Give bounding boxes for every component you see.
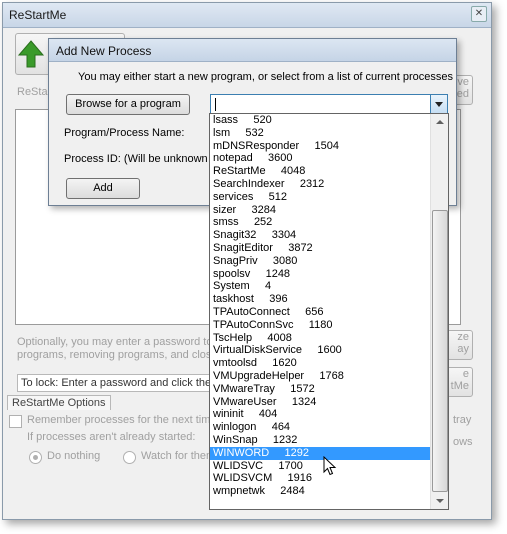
do-nothing-radio[interactable] bbox=[29, 451, 42, 464]
process-dropdown-list: lsass 520 lsm 532 mDNSResponder 1504 notepa… bbox=[209, 113, 449, 510]
dropdown-arrow-icon[interactable] bbox=[430, 95, 447, 114]
process-list-item[interactable]: services 512 bbox=[210, 191, 430, 204]
process-list-item[interactable]: WINWORD 1292 bbox=[210, 446, 430, 460]
mouse-cursor-icon bbox=[323, 456, 337, 476]
process-list-item[interactable]: SearchIndexer 2312 bbox=[210, 178, 430, 191]
watch-radio[interactable] bbox=[123, 451, 136, 464]
process-list-item[interactable]: wmpnetwk 2484 bbox=[210, 485, 430, 498]
green-up-arrow-icon bbox=[17, 40, 45, 68]
dialog-titlebar: Add New Process bbox=[49, 39, 456, 62]
options-tab[interactable]: ReStartMe Options bbox=[7, 395, 111, 410]
process-list-item[interactable]: TPAutoConnect 656 bbox=[210, 306, 430, 319]
process-combobox[interactable] bbox=[210, 94, 448, 115]
process-list-item[interactable]: TscHelp 4008 bbox=[210, 332, 430, 345]
password-hint-line1: Optionally, you may enter a password to … bbox=[17, 336, 222, 348]
process-list-item[interactable]: WinSnap 1232 bbox=[210, 434, 430, 447]
watch-label: Watch for them bbox=[141, 450, 216, 462]
window-titlebar: ReStartMe ✕ bbox=[3, 3, 491, 28]
add-button[interactable]: Add bbox=[66, 178, 140, 199]
process-list-item[interactable]: Snagit32 3304 bbox=[210, 229, 430, 242]
do-nothing-label: Do nothing bbox=[47, 450, 101, 462]
scroll-thumb[interactable] bbox=[432, 210, 448, 492]
process-list-item[interactable]: mDNSResponder 1504 bbox=[210, 140, 430, 153]
process-list-item[interactable]: SnagitEditor 3872 bbox=[210, 242, 430, 255]
dialog-title: Add New Process bbox=[56, 44, 152, 58]
process-list-item[interactable]: taskhost 396 bbox=[210, 293, 430, 306]
process-list-item[interactable]: notepad 3600 bbox=[210, 152, 430, 165]
process-list-item[interactable]: VMwareUser 1324 bbox=[210, 396, 430, 409]
process-list-item[interactable]: ReStartMe 4048 bbox=[210, 165, 430, 178]
process-list-item[interactable]: VirtualDiskService 1600 bbox=[210, 344, 430, 357]
process-list-item[interactable]: spoolsv 1248 bbox=[210, 268, 430, 281]
tray-label: tray bbox=[453, 414, 472, 426]
remember-label: Remember processes for the next time. bbox=[27, 414, 220, 426]
process-list-item[interactable]: winlogon 464 bbox=[210, 421, 430, 434]
process-id-label: Process ID: (Will be unknown f bbox=[64, 153, 214, 165]
process-list-item[interactable]: TPAutoConnSvc 1180 bbox=[210, 319, 430, 332]
process-list-item[interactable]: WLIDSVC 1700 bbox=[210, 460, 430, 473]
process-list-item[interactable]: lsass 520 bbox=[210, 114, 430, 127]
process-list-item[interactable]: System 4 bbox=[210, 280, 430, 293]
dropdown-scrollbar[interactable] bbox=[430, 114, 448, 509]
process-list-item[interactable]: VMUpgradeHelper 1768 bbox=[210, 370, 430, 383]
process-list-item[interactable]: lsm 532 bbox=[210, 127, 430, 140]
ows-label: ows bbox=[453, 436, 473, 448]
scroll-down-icon[interactable] bbox=[431, 492, 448, 509]
process-list-item[interactable]: WLIDSVCM 1916 bbox=[210, 472, 430, 485]
process-list-item[interactable]: sizer 3284 bbox=[210, 204, 430, 217]
password-hint-line2: programs, removing programs, and closin bbox=[17, 349, 220, 361]
browse-button[interactable]: Browse for a program bbox=[66, 94, 190, 115]
scroll-up-icon[interactable] bbox=[431, 114, 448, 131]
process-list-item[interactable]: SnagPriv 3080 bbox=[210, 255, 430, 268]
text-caret bbox=[215, 98, 216, 111]
not-started-label: If processes aren't already started: bbox=[27, 431, 196, 443]
window-title: ReStartMe bbox=[9, 8, 67, 22]
close-button[interactable]: ✕ bbox=[471, 6, 487, 22]
process-list-item[interactable]: VMwareTray 1572 bbox=[210, 383, 430, 396]
process-list-item[interactable]: smss 252 bbox=[210, 216, 430, 229]
partial-label: ReStar bbox=[17, 86, 52, 98]
process-list: lsass 520 lsm 532 mDNSResponder 1504 notepa… bbox=[210, 114, 430, 498]
process-list-item[interactable]: wininit 404 bbox=[210, 408, 430, 421]
remember-checkbox[interactable] bbox=[9, 415, 22, 428]
dialog-description: You may either start a new program, or s… bbox=[78, 71, 453, 83]
process-list-item[interactable]: vmtoolsd 1620 bbox=[210, 357, 430, 370]
program-name-label: Program/Process Name: bbox=[64, 127, 185, 139]
